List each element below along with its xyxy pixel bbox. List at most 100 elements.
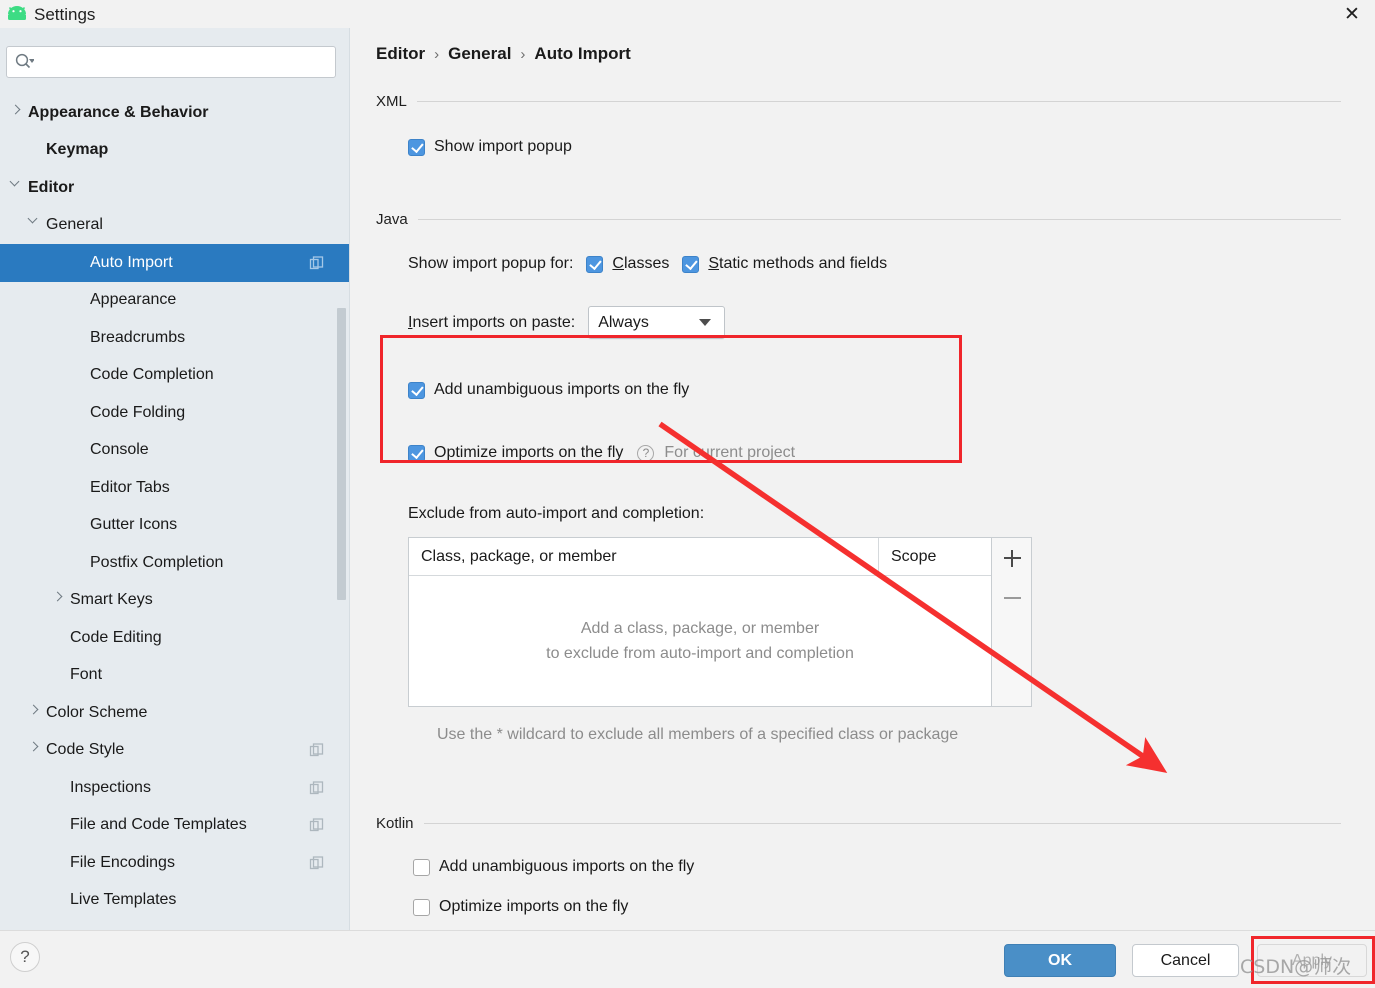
copy-settings-icon[interactable]: [309, 780, 324, 795]
copy-settings-icon[interactable]: [309, 255, 324, 270]
checkbox-row-kotlin-add-unambiguous[interactable]: Add unambiguous imports on the fly: [413, 858, 694, 876]
kotlin-optimize-checkbox[interactable]: [413, 898, 430, 916]
breadcrumb-separator-icon: ›: [434, 45, 440, 63]
sidebar-item-editor[interactable]: Editor: [0, 169, 349, 207]
sidebar-item-postfix-completion[interactable]: Postfix Completion: [0, 544, 349, 582]
optimize-scope-hint: For current project: [664, 444, 796, 461]
search-box[interactable]: [6, 46, 336, 78]
exclude-from-auto-import-label: Exclude from auto-import and completion:: [408, 505, 705, 522]
sidebar-item-label: Live Templates: [70, 891, 177, 909]
sidebar-item-code-style[interactable]: Code Style: [0, 732, 349, 770]
java-optimize-checkbox[interactable]: [408, 444, 425, 462]
close-icon[interactable]: ✕: [1329, 0, 1375, 28]
sidebar-item-editor-tabs[interactable]: Editor Tabs: [0, 469, 349, 507]
checkbox-row-kotlin-optimize[interactable]: Optimize imports on the fly: [413, 898, 628, 916]
wildcard-hint: Use the * wildcard to exclude all member…: [437, 726, 959, 743]
optimize-scope-help-icon[interactable]: ?: [637, 444, 655, 462]
sidebar-item-appearance-behavior[interactable]: Appearance & Behavior: [0, 94, 349, 132]
sidebar-item-label: Color Scheme: [46, 703, 148, 721]
sidebar-item-live-templates[interactable]: Live Templates: [0, 882, 349, 920]
chevron-right-icon[interactable]: [28, 704, 42, 720]
chevron-down-icon: [699, 319, 712, 326]
sidebar-item-code-completion[interactable]: Code Completion: [0, 357, 349, 395]
sidebar-item-gutter-icons[interactable]: Gutter Icons: [0, 507, 349, 545]
kotlin-add-unambiguous-checkbox[interactable]: [413, 858, 430, 876]
sidebar-item-code-folding[interactable]: Code Folding: [0, 394, 349, 432]
kotlin-optimize-label: Optimize imports on the fly: [439, 898, 629, 915]
sidebar-item-label: General: [46, 216, 103, 234]
kotlin-add-unambiguous-label: Add unambiguous imports on the fly: [439, 858, 695, 875]
sidebar-item-label: Breadcrumbs: [90, 328, 186, 346]
group-header-xml: XML: [376, 93, 1375, 110]
chevron-right-icon[interactable]: [10, 104, 24, 120]
sidebar-item-label: File and Code Templates: [70, 816, 247, 834]
java-classes-checkbox[interactable]: [586, 255, 604, 273]
settings-main-panel: Editor › General › Auto Import XML Show …: [351, 28, 1375, 930]
sidebar-item-smart-keys[interactable]: Smart Keys: [0, 582, 349, 620]
show-import-popup-for-row: Show import popup for: Classes Static me…: [408, 255, 887, 273]
breadcrumb-separator-icon: ›: [520, 45, 526, 63]
sidebar-scrollbar-thumb[interactable]: [337, 308, 346, 600]
plus-icon: [1003, 549, 1021, 567]
sidebar-item-console[interactable]: Console: [0, 432, 349, 470]
sidebar-item-font[interactable]: Font: [0, 657, 349, 695]
checkbox-row-java-optimize[interactable]: Optimize imports on the fly ? For curren…: [408, 444, 795, 462]
chevron-down-icon[interactable]: [27, 213, 42, 232]
ok-button[interactable]: OK: [1004, 944, 1116, 977]
sidebar-item-label: Postfix Completion: [90, 553, 224, 571]
copy-settings-icon[interactable]: [309, 818, 324, 833]
sidebar-item-breadcrumbs[interactable]: Breadcrumbs: [0, 319, 349, 357]
help-button[interactable]: ?: [10, 942, 40, 972]
sidebar-item-label: Code Editing: [70, 628, 162, 646]
sidebar-item-label: Inspections: [70, 778, 151, 796]
java-optimize-label: Optimize imports on the fly: [434, 444, 624, 461]
sidebar-item-code-editing[interactable]: Code Editing: [0, 619, 349, 657]
cancel-button[interactable]: Cancel: [1132, 944, 1239, 977]
checkbox-row-xml-show-import-popup[interactable]: Show import popup: [408, 138, 572, 156]
java-static-methods-label: Static methods and fields: [708, 255, 887, 273]
sidebar-item-inspections[interactable]: Inspections: [0, 769, 349, 807]
copy-settings-icon[interactable]: [309, 855, 324, 870]
sidebar-item-label: Editor Tabs: [90, 478, 170, 496]
insert-imports-label: Insert imports on paste:: [408, 314, 575, 332]
breadcrumb: Editor › General › Auto Import: [376, 44, 631, 64]
breadcrumb-mid[interactable]: General: [448, 44, 511, 64]
checkbox-row-java-add-unambiguous[interactable]: Add unambiguous imports on the fly: [408, 381, 689, 399]
java-static-methods-checkbox[interactable]: [682, 255, 700, 273]
breadcrumb-leaf: Auto Import: [534, 44, 631, 63]
java-add-unambiguous-checkbox[interactable]: [408, 381, 425, 399]
add-exclusion-button[interactable]: [992, 538, 1032, 578]
chevron-right-icon[interactable]: [28, 741, 42, 757]
sidebar-item-keymap[interactable]: Keymap: [0, 132, 349, 170]
sidebar-item-file-and-code-templates[interactable]: File and Code Templates: [0, 807, 349, 845]
search-input[interactable]: [34, 49, 335, 75]
sidebar-item-general[interactable]: General: [0, 207, 349, 245]
sidebar-item-label: Font: [70, 666, 103, 684]
sidebar-item-appearance[interactable]: Appearance: [0, 282, 349, 320]
insert-imports-rest: nsert imports on paste:: [412, 313, 576, 331]
java-classes-label: Classes: [612, 255, 669, 273]
insert-imports-on-paste-select[interactable]: Always: [588, 306, 726, 339]
sidebar-item-label: File Encodings: [70, 853, 175, 871]
copy-settings-icon[interactable]: [309, 743, 324, 758]
chevron-down-icon[interactable]: [9, 176, 24, 195]
apply-button: Apply: [1257, 944, 1367, 977]
exclude-column-class[interactable]: Class, package, or member: [409, 538, 879, 575]
title-bar: Settings ✕: [0, 0, 1375, 28]
chevron-right-icon[interactable]: [52, 591, 66, 607]
java-static-methods-rest: tatic methods and fields: [719, 255, 888, 272]
exclude-empty-line-1: Add a class, package, or member: [580, 619, 820, 637]
exclude-column-scope[interactable]: Scope: [879, 548, 991, 566]
sidebar-item-label: Gutter Icons: [90, 516, 178, 534]
breadcrumb-root[interactable]: Editor: [376, 44, 425, 64]
remove-exclusion-button[interactable]: [992, 578, 1032, 618]
xml-show-import-popup-checkbox[interactable]: [408, 138, 425, 156]
sidebar-item-file-encodings[interactable]: File Encodings: [0, 844, 349, 882]
exclude-table-toolbar: [992, 537, 1032, 707]
insert-imports-row: Insert imports on paste: Always: [408, 306, 726, 339]
sidebar-item-color-scheme[interactable]: Color Scheme: [0, 694, 349, 732]
sidebar-item-auto-import[interactable]: Auto Import: [0, 244, 349, 282]
sidebar-item-label: Code Folding: [90, 403, 186, 421]
settings-sidebar: Appearance & Behavior Keymap Editor General…: [0, 28, 350, 930]
sidebar-item-label: Smart Keys: [70, 591, 153, 609]
